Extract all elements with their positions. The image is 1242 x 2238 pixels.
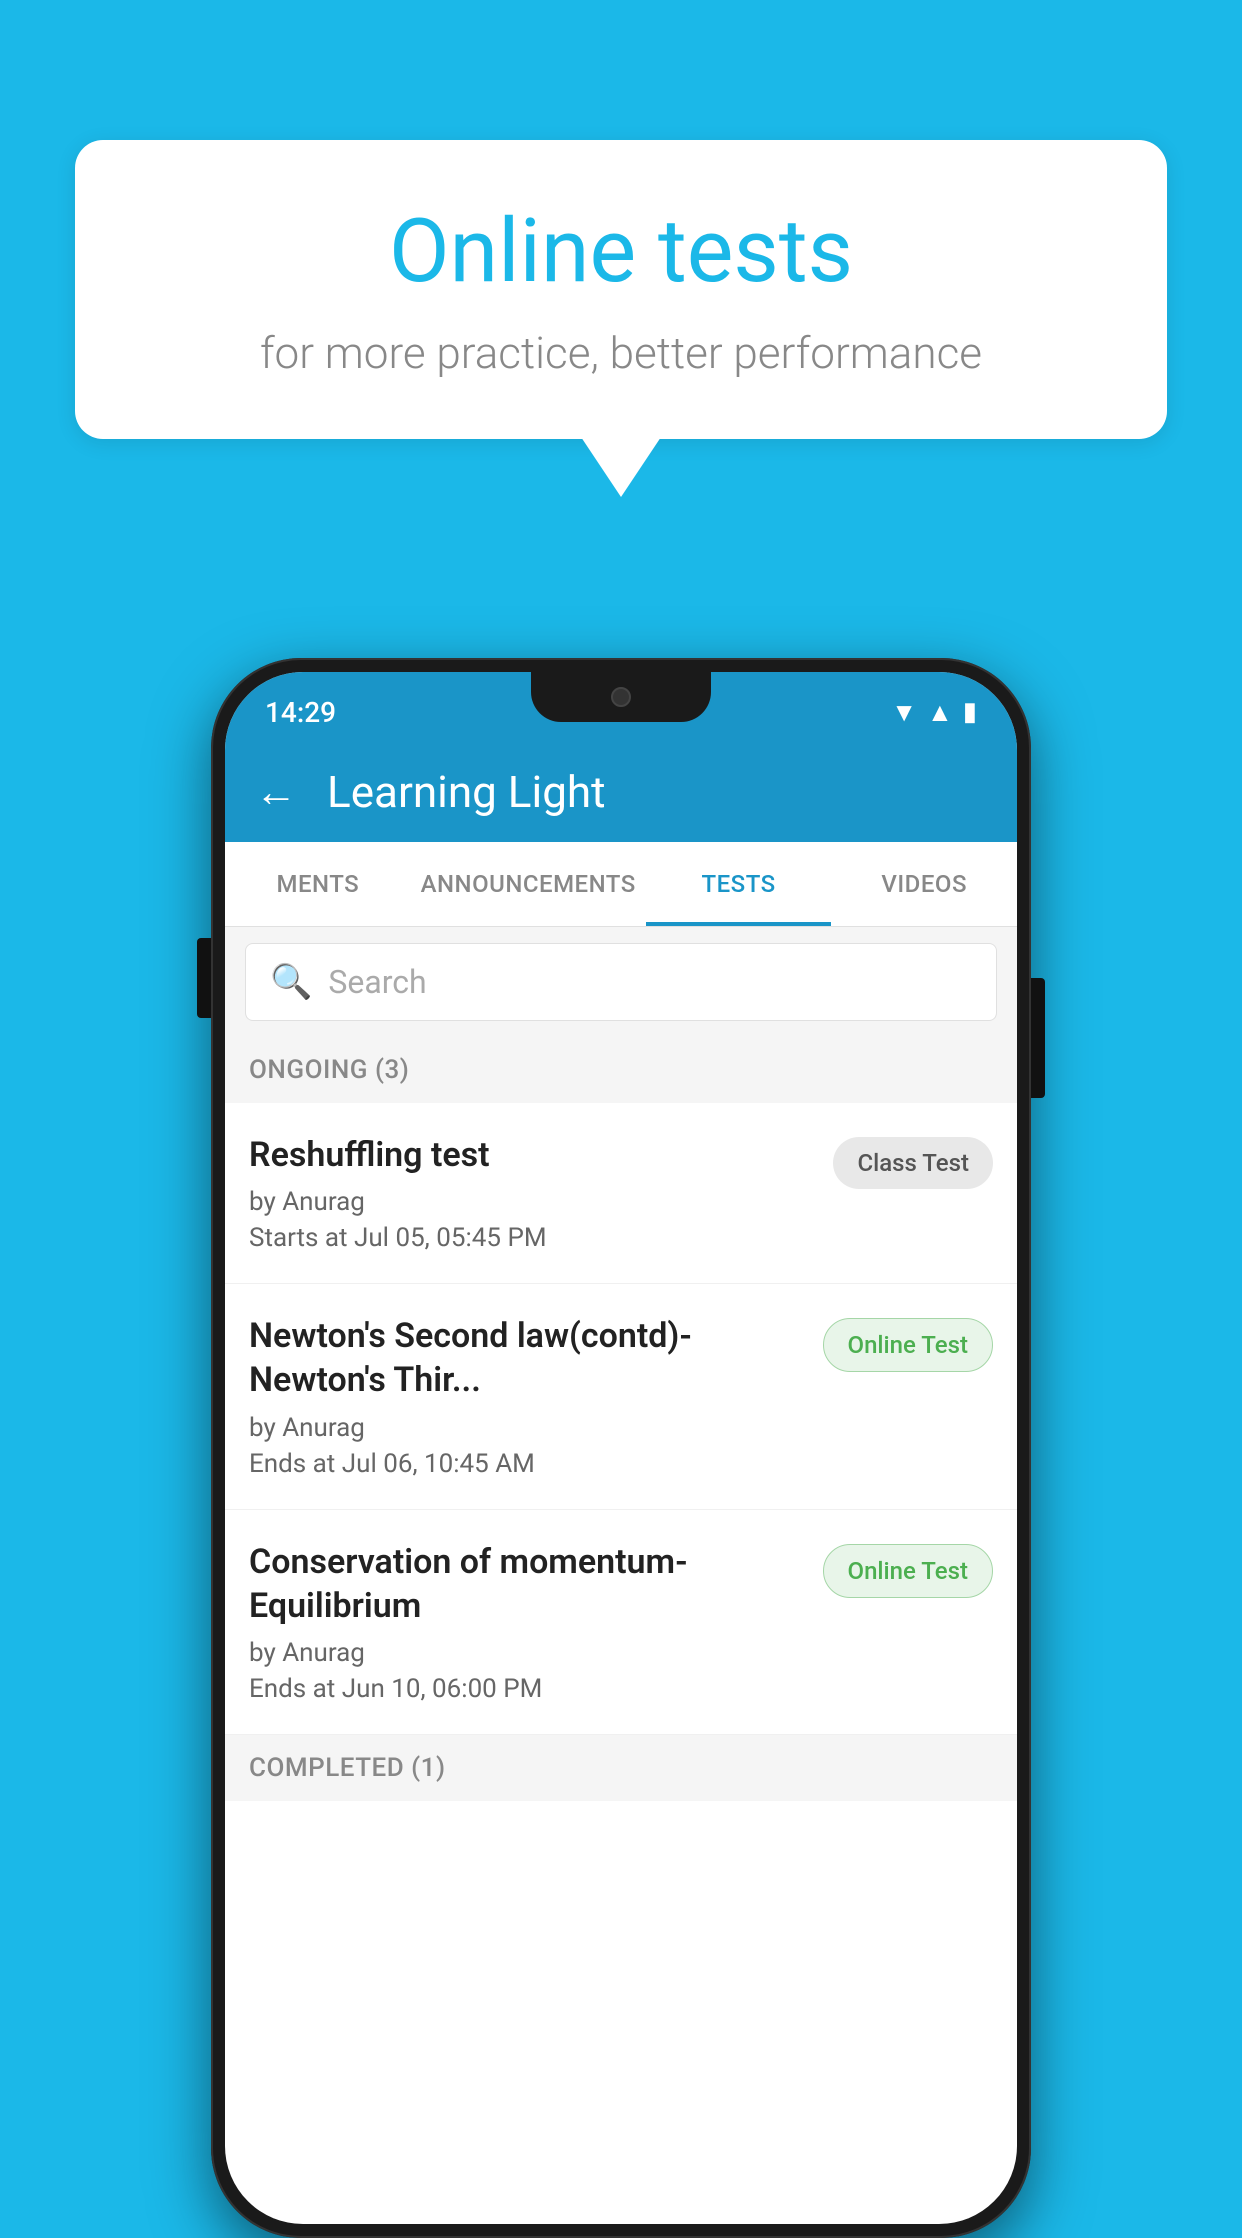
test-time-2: Ends at Jul 06, 10:45 AM	[249, 1449, 803, 1479]
test-name-2: Newton's Second law(contd)-Newton's Thir…	[249, 1314, 803, 1402]
speech-bubble-container: Online tests for more practice, better p…	[75, 140, 1167, 497]
test-info-3: Conservation of momentum-Equilibrium by …	[249, 1540, 823, 1704]
test-badge-2: Online Test	[823, 1318, 993, 1372]
search-placeholder: Search	[328, 963, 426, 1001]
search-icon: 🔍	[270, 962, 312, 1002]
phone-notch	[531, 672, 711, 722]
phone-mockup: 14:29 ▼ ▲ ▮ ← Learning Light MENTS ANNOU…	[211, 658, 1031, 2238]
tests-list: Reshuffling test by Anurag Starts at Jul…	[225, 1103, 1017, 1735]
test-author-3: by Anurag	[249, 1638, 803, 1668]
app-title: Learning Light	[327, 766, 606, 818]
test-info-2: Newton's Second law(contd)-Newton's Thir…	[249, 1314, 823, 1478]
test-time-3: Ends at Jun 10, 06:00 PM	[249, 1674, 803, 1704]
status-time: 14:29	[265, 696, 336, 729]
speech-bubble-tail	[581, 437, 661, 497]
tabs-container: MENTS ANNOUNCEMENTS TESTS VIDEOS	[225, 842, 1017, 927]
phone-inner: 14:29 ▼ ▲ ▮ ← Learning Light MENTS ANNOU…	[225, 672, 1017, 2224]
search-container: 🔍 Search	[225, 927, 1017, 1037]
wifi-icon: ▼	[891, 697, 917, 728]
front-camera	[611, 687, 631, 707]
test-time-1: Starts at Jul 05, 05:45 PM	[249, 1223, 813, 1253]
status-icons: ▼ ▲ ▮	[891, 697, 977, 728]
search-bar[interactable]: 🔍 Search	[245, 943, 997, 1021]
ongoing-label: ONGOING (3)	[249, 1055, 409, 1085]
test-item-1[interactable]: Reshuffling test by Anurag Starts at Jul…	[225, 1103, 1017, 1284]
tab-videos[interactable]: VIDEOS	[831, 842, 1017, 926]
test-author-2: by Anurag	[249, 1413, 803, 1443]
test-item-3[interactable]: Conservation of momentum-Equilibrium by …	[225, 1510, 1017, 1735]
test-name-3: Conservation of momentum-Equilibrium	[249, 1540, 803, 1628]
signal-icon: ▲	[927, 697, 953, 728]
tab-tests[interactable]: TESTS	[646, 842, 832, 926]
completed-label: COMPLETED (1)	[249, 1753, 446, 1783]
test-name-1: Reshuffling test	[249, 1133, 813, 1177]
test-info-1: Reshuffling test by Anurag Starts at Jul…	[249, 1133, 833, 1253]
test-badge-1: Class Test	[833, 1137, 993, 1189]
speech-bubble-title: Online tests	[155, 200, 1087, 303]
speech-bubble-subtitle: for more practice, better performance	[155, 327, 1087, 379]
back-button[interactable]: ←	[255, 768, 297, 817]
phone-outer: 14:29 ▼ ▲ ▮ ← Learning Light MENTS ANNOU…	[211, 658, 1031, 2238]
tab-announcements[interactable]: ANNOUNCEMENTS	[411, 842, 646, 926]
completed-section-header: COMPLETED (1)	[225, 1735, 1017, 1801]
test-author-1: by Anurag	[249, 1187, 813, 1217]
test-item-2[interactable]: Newton's Second law(contd)-Newton's Thir…	[225, 1284, 1017, 1509]
ongoing-section-header: ONGOING (3)	[225, 1037, 1017, 1103]
test-badge-3: Online Test	[823, 1544, 993, 1598]
app-bar: ← Learning Light	[225, 742, 1017, 842]
speech-bubble: Online tests for more practice, better p…	[75, 140, 1167, 439]
tab-ments[interactable]: MENTS	[225, 842, 411, 926]
battery-icon: ▮	[963, 697, 977, 727]
